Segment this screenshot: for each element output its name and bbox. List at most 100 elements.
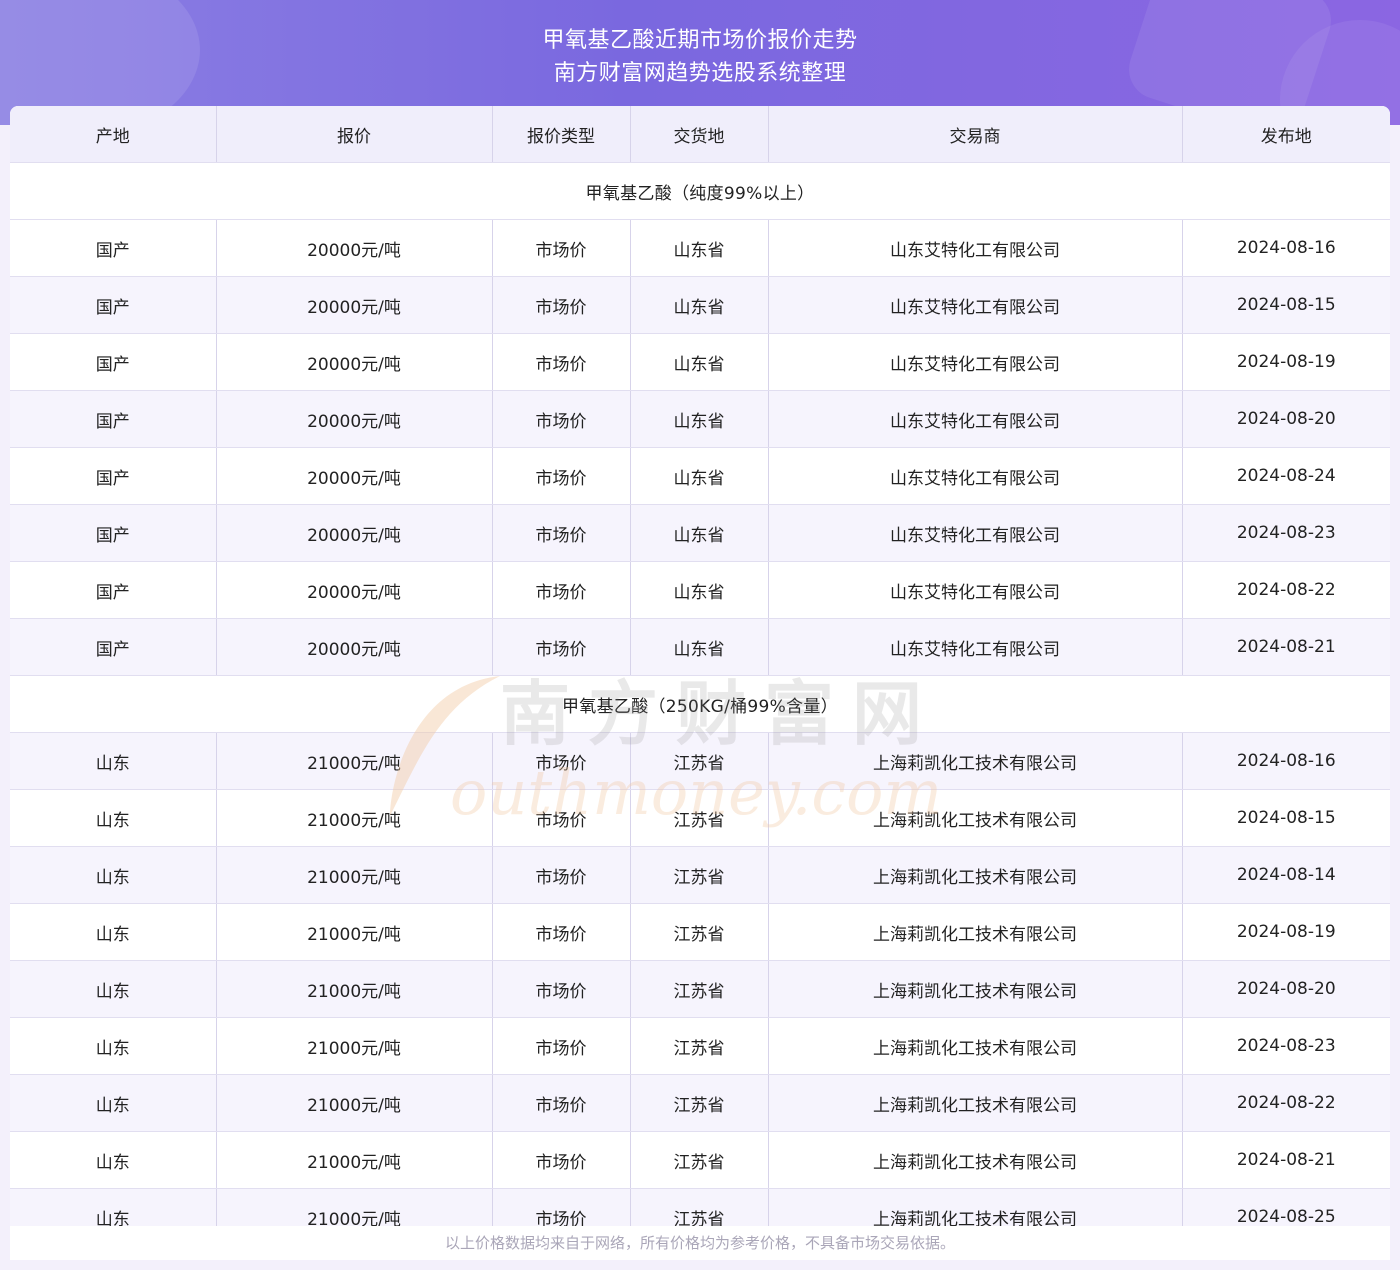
cell-price: 21000元/吨: [215, 789, 492, 847]
cell-origin: 山东: [10, 960, 216, 1018]
cell-origin: 山东: [10, 846, 216, 904]
section-title: 甲氧基乙酸（纯度99%以上）: [10, 162, 1390, 220]
cell-price: 21000元/吨: [215, 960, 492, 1018]
cell-delivery: 山东省: [629, 219, 768, 277]
cell-origin: 国产: [10, 447, 216, 505]
column-header-origin: 产地: [10, 106, 216, 163]
cell-origin: 山东: [10, 1074, 216, 1132]
cell-price-type: 市场价: [491, 789, 630, 847]
cell-trader: 上海莉凯化工技术有限公司: [767, 846, 1182, 904]
column-header-publish: 发布地: [1181, 106, 1390, 163]
cell-publish-date: 2024-08-16: [1181, 732, 1390, 790]
cell-origin: 山东: [10, 1131, 216, 1189]
table-row: 山东 21000元/吨 市场价 江苏省 上海莉凯化工技术有限公司 2024-08-23: [10, 1017, 1390, 1075]
table-row: 山东 21000元/吨 市场价 江苏省 上海莉凯化工技术有限公司 2024-08-16: [10, 732, 1390, 790]
cell-origin: 国产: [10, 618, 216, 676]
cell-trader: 山东艾特化工有限公司: [767, 618, 1182, 676]
cell-price-type: 市场价: [491, 447, 630, 505]
cell-delivery: 山东省: [629, 390, 768, 448]
table-row: 山东 21000元/吨 市场价 江苏省 上海莉凯化工技术有限公司 2024-08-14: [10, 846, 1390, 904]
cell-delivery: 山东省: [629, 618, 768, 676]
cell-price-type: 市场价: [491, 732, 630, 790]
cell-delivery: 山东省: [629, 276, 768, 334]
cell-price-type: 市场价: [491, 219, 630, 277]
cell-delivery: 江苏省: [629, 1131, 768, 1189]
cell-trader: 山东艾特化工有限公司: [767, 219, 1182, 277]
cell-trader: 山东艾特化工有限公司: [767, 390, 1182, 448]
cell-price-type: 市场价: [491, 276, 630, 334]
cell-publish-date: 2024-08-20: [1181, 390, 1390, 448]
cell-price: 20000元/吨: [215, 447, 492, 505]
cell-trader: 山东艾特化工有限公司: [767, 504, 1182, 562]
cell-price: 20000元/吨: [215, 333, 492, 391]
column-header-price-type: 报价类型: [491, 106, 630, 163]
cell-publish-date: 2024-08-15: [1181, 789, 1390, 847]
table-row: 山东 21000元/吨 市场价 江苏省 上海莉凯化工技术有限公司 2024-08-22: [10, 1074, 1390, 1132]
cell-delivery: 江苏省: [629, 846, 768, 904]
cell-price: 20000元/吨: [215, 504, 492, 562]
cell-origin: 山东: [10, 1188, 216, 1226]
table-row: 国产 20000元/吨 市场价 山东省 山东艾特化工有限公司 2024-08-21: [10, 618, 1390, 676]
cell-delivery: 山东省: [629, 504, 768, 562]
cell-price-type: 市场价: [491, 1074, 630, 1132]
cell-publish-date: 2024-08-21: [1181, 1131, 1390, 1189]
cell-price: 21000元/吨: [215, 846, 492, 904]
cell-delivery: 山东省: [629, 561, 768, 619]
column-header-delivery: 交货地: [629, 106, 768, 163]
cell-trader: 山东艾特化工有限公司: [767, 447, 1182, 505]
cell-trader: 上海莉凯化工技术有限公司: [767, 1188, 1182, 1226]
cell-origin: 国产: [10, 504, 216, 562]
cell-price: 20000元/吨: [215, 618, 492, 676]
table-row: 国产 20000元/吨 市场价 山东省 山东艾特化工有限公司 2024-08-24: [10, 447, 1390, 505]
cell-price-type: 市场价: [491, 1017, 630, 1075]
table-row: 国产 20000元/吨 市场价 山东省 山东艾特化工有限公司 2024-08-23: [10, 504, 1390, 562]
table-row: 国产 20000元/吨 市场价 山东省 山东艾特化工有限公司 2024-08-20: [10, 390, 1390, 448]
disclaimer: 以上价格数据均来自于网络，所有价格均为参考价格，不具备市场交易依据。: [10, 1226, 1390, 1260]
cell-origin: 山东: [10, 1017, 216, 1075]
cell-publish-date: 2024-08-24: [1181, 447, 1390, 505]
table-row: 国产 20000元/吨 市场价 山东省 山东艾特化工有限公司 2024-08-19: [10, 333, 1390, 391]
cell-trader: 上海莉凯化工技术有限公司: [767, 1074, 1182, 1132]
cell-publish-date: 2024-08-20: [1181, 960, 1390, 1018]
table-row: 国产 20000元/吨 市场价 山东省 山东艾特化工有限公司 2024-08-15: [10, 276, 1390, 334]
table-body: 甲氧基乙酸（纯度99%以上） 国产 20000元/吨 市场价 山东省 山东艾特化工有限公司…: [10, 162, 1390, 1226]
cell-price-type: 市场价: [491, 333, 630, 391]
cell-price: 21000元/吨: [215, 1131, 492, 1189]
cell-publish-date: 2024-08-23: [1181, 504, 1390, 562]
cell-origin: 山东: [10, 732, 216, 790]
cell-origin: 国产: [10, 333, 216, 391]
cell-delivery: 江苏省: [629, 1188, 768, 1226]
cell-trader: 上海莉凯化工技术有限公司: [767, 1131, 1182, 1189]
price-table: 产地 报价 报价类型 交货地 交易商 发布地 甲氧基乙酸（纯度99%以上） 国产 2…: [10, 106, 1390, 1226]
cell-publish-date: 2024-08-19: [1181, 333, 1390, 391]
cell-origin: 国产: [10, 219, 216, 277]
cell-price: 20000元/吨: [215, 561, 492, 619]
section-row: 甲氧基乙酸（250KG/桶99%含量）: [10, 675, 1390, 733]
cell-price-type: 市场价: [491, 846, 630, 904]
cell-origin: 山东: [10, 789, 216, 847]
cell-price-type: 市场价: [491, 618, 630, 676]
cell-publish-date: 2024-08-14: [1181, 846, 1390, 904]
cell-price: 20000元/吨: [215, 276, 492, 334]
cell-delivery: 山东省: [629, 333, 768, 391]
table-row: 国产 20000元/吨 市场价 山东省 山东艾特化工有限公司 2024-08-22: [10, 561, 1390, 619]
cell-price-type: 市场价: [491, 390, 630, 448]
cell-trader: 上海莉凯化工技术有限公司: [767, 789, 1182, 847]
cell-publish-date: 2024-08-22: [1181, 561, 1390, 619]
table-row: 山东 21000元/吨 市场价 江苏省 上海莉凯化工技术有限公司 2024-08-19: [10, 903, 1390, 961]
cell-trader: 上海莉凯化工技术有限公司: [767, 732, 1182, 790]
cell-delivery: 江苏省: [629, 903, 768, 961]
cell-publish-date: 2024-08-19: [1181, 903, 1390, 961]
cell-price: 21000元/吨: [215, 1188, 492, 1226]
cell-publish-date: 2024-08-22: [1181, 1074, 1390, 1132]
cell-price: 20000元/吨: [215, 390, 492, 448]
cell-price: 21000元/吨: [215, 1074, 492, 1132]
cell-origin: 国产: [10, 390, 216, 448]
table-row: 山东 21000元/吨 市场价 江苏省 上海莉凯化工技术有限公司 2024-08-15: [10, 789, 1390, 847]
cell-publish-date: 2024-08-25: [1181, 1188, 1390, 1226]
cell-price: 21000元/吨: [215, 732, 492, 790]
cell-delivery: 江苏省: [629, 789, 768, 847]
cell-delivery: 江苏省: [629, 1074, 768, 1132]
table-row: 山东 21000元/吨 市场价 江苏省 上海莉凯化工技术有限公司 2024-08-25: [10, 1188, 1390, 1226]
cell-publish-date: 2024-08-21: [1181, 618, 1390, 676]
